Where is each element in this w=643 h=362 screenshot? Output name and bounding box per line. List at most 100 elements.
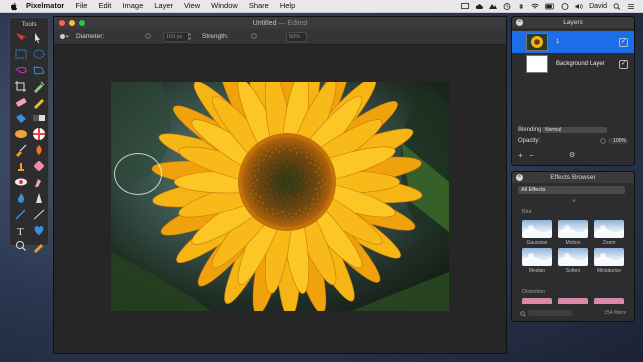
layer-row[interactable]: Background Layer ✓ xyxy=(512,53,634,75)
pencil-tool[interactable] xyxy=(31,95,47,109)
heal-tool[interactable] xyxy=(31,159,47,173)
menu-help[interactable]: Help xyxy=(280,0,295,12)
effect-thumbnail-distortion[interactable] xyxy=(558,298,588,304)
menu-user-name[interactable]: David xyxy=(589,3,607,10)
effect-item[interactable]: Motion xyxy=(558,220,588,246)
strength-field[interactable]: 50% xyxy=(286,32,307,42)
timer-icon[interactable] xyxy=(561,2,569,10)
effect-thumbnail-distortion[interactable] xyxy=(594,298,624,304)
rect-select-tool[interactable] xyxy=(13,47,29,61)
remove-layer-button[interactable]: − xyxy=(529,151,534,160)
battery-icon[interactable] xyxy=(545,3,555,10)
menu-edit[interactable]: Edit xyxy=(98,0,111,12)
search-icon[interactable] xyxy=(613,2,621,10)
menu-view[interactable]: View xyxy=(184,0,200,12)
sunflower-seed xyxy=(315,155,318,158)
diameter-slider-knob-icon[interactable] xyxy=(145,33,151,39)
close-window-button[interactable] xyxy=(59,20,65,26)
paint-bucket-tool[interactable] xyxy=(13,111,29,125)
brush-preset-icon[interactable] xyxy=(59,32,69,41)
pen-tool[interactable] xyxy=(13,207,29,221)
document-window: Untitled — Edited Diameter: 103 px Stren… xyxy=(53,16,507,354)
app-status-icon[interactable] xyxy=(489,3,498,10)
lasso-tool[interactable] xyxy=(13,63,29,77)
effect-thumbnail-distortion[interactable] xyxy=(522,298,552,304)
sunflower-seed xyxy=(267,160,270,163)
eyedropper-tool[interactable] xyxy=(31,79,47,93)
layer-visibility-checkbox[interactable]: ✓ xyxy=(619,59,628,69)
sunflower-seed xyxy=(309,207,312,211)
opacity-field[interactable]: 100% xyxy=(608,138,628,144)
move-tool[interactable] xyxy=(13,31,29,45)
layer-name[interactable]: 1 xyxy=(556,39,619,45)
clone-stamp-tool[interactable] xyxy=(13,159,29,173)
volume-icon[interactable] xyxy=(575,3,583,10)
zoom-tool[interactable] xyxy=(13,239,29,253)
menu-list-icon[interactable] xyxy=(627,3,635,10)
sunflower-seed xyxy=(251,205,254,208)
eraser-tool[interactable] xyxy=(13,95,29,109)
paint-brush-tool[interactable] xyxy=(13,143,29,157)
layer-name[interactable]: Background Layer xyxy=(556,61,619,67)
layer-row[interactable]: 1 ✓ xyxy=(512,31,634,53)
sponge-tool[interactable] xyxy=(13,191,29,205)
add-layer-button[interactable]: + xyxy=(518,151,523,160)
eyedropper-small-tool[interactable] xyxy=(31,239,47,253)
opacity-slider-knob-icon[interactable] xyxy=(600,138,606,144)
sunflower-seed xyxy=(320,158,323,161)
menu-window[interactable]: Window xyxy=(211,0,238,12)
effect-item[interactable]: Gaussian xyxy=(522,220,552,246)
canvas-area[interactable] xyxy=(54,45,506,353)
effects-close-button[interactable]: × xyxy=(516,174,523,181)
ellipse-select-tool[interactable] xyxy=(31,47,47,61)
selection-arrow-tool[interactable] xyxy=(31,31,47,45)
apple-icon[interactable] xyxy=(10,2,18,11)
sunflower-seed xyxy=(275,154,278,157)
effects-category-select[interactable]: All Effects xyxy=(518,186,625,194)
menu-layer[interactable]: Layer xyxy=(154,0,173,12)
gradient-tool[interactable] xyxy=(31,111,47,125)
sunflower-seed xyxy=(275,202,278,205)
layer-thumbnail xyxy=(526,33,548,51)
sunflower-seed xyxy=(250,176,253,180)
bluetooth-icon[interactable] xyxy=(517,3,525,10)
screen-mirror-icon[interactable] xyxy=(461,2,469,10)
minimize-window-button[interactable] xyxy=(69,20,75,26)
menu-file[interactable]: File xyxy=(75,0,87,12)
color-wheel-tool[interactable] xyxy=(31,127,47,141)
blur-tool[interactable] xyxy=(13,127,29,141)
red-eye-tool[interactable] xyxy=(13,175,29,189)
wifi-icon[interactable] xyxy=(531,3,539,10)
sunflower-image[interactable] xyxy=(111,82,449,311)
sunflower-seed xyxy=(295,212,298,215)
zoom-window-button[interactable] xyxy=(79,20,85,26)
crop-tool[interactable] xyxy=(13,79,29,93)
strength-slider-knob-icon[interactable] xyxy=(251,33,257,39)
diameter-stepper-icon[interactable] xyxy=(187,32,192,41)
layers-close-button[interactable]: × xyxy=(516,19,523,26)
layer-visibility-checkbox[interactable]: ✓ xyxy=(619,37,628,47)
effect-item[interactable]: Zoom xyxy=(594,220,624,246)
cloud-icon[interactable] xyxy=(475,3,484,10)
layer-actions-gear-button[interactable]: ⚙ xyxy=(569,151,575,159)
line-tool[interactable] xyxy=(31,207,47,221)
timemachine-icon[interactable] xyxy=(503,2,511,10)
menu-image[interactable]: Image xyxy=(122,0,143,12)
effect-item[interactable]: Soften xyxy=(558,248,588,274)
sharpen-tool[interactable] xyxy=(31,191,47,205)
type-tool[interactable]: T xyxy=(13,223,29,237)
effect-item[interactable]: Median xyxy=(522,248,552,274)
effect-item[interactable]: Miniaturize xyxy=(594,248,624,274)
smudge-tool[interactable] xyxy=(31,175,47,189)
burn-tool[interactable] xyxy=(31,143,47,157)
diameter-field[interactable]: 103 px xyxy=(163,32,189,42)
blending-select[interactable]: Normal xyxy=(542,127,607,133)
brush-cursor xyxy=(114,153,162,195)
sunflower-seed xyxy=(252,164,256,167)
sunflower-seed xyxy=(282,174,285,177)
menu-app-name[interactable]: Pixelmator xyxy=(26,0,64,12)
polygon-lasso-tool[interactable] xyxy=(31,63,47,77)
effects-search-input[interactable] xyxy=(528,310,572,316)
menu-share[interactable]: Share xyxy=(249,0,269,12)
shape-tool[interactable] xyxy=(31,223,47,237)
